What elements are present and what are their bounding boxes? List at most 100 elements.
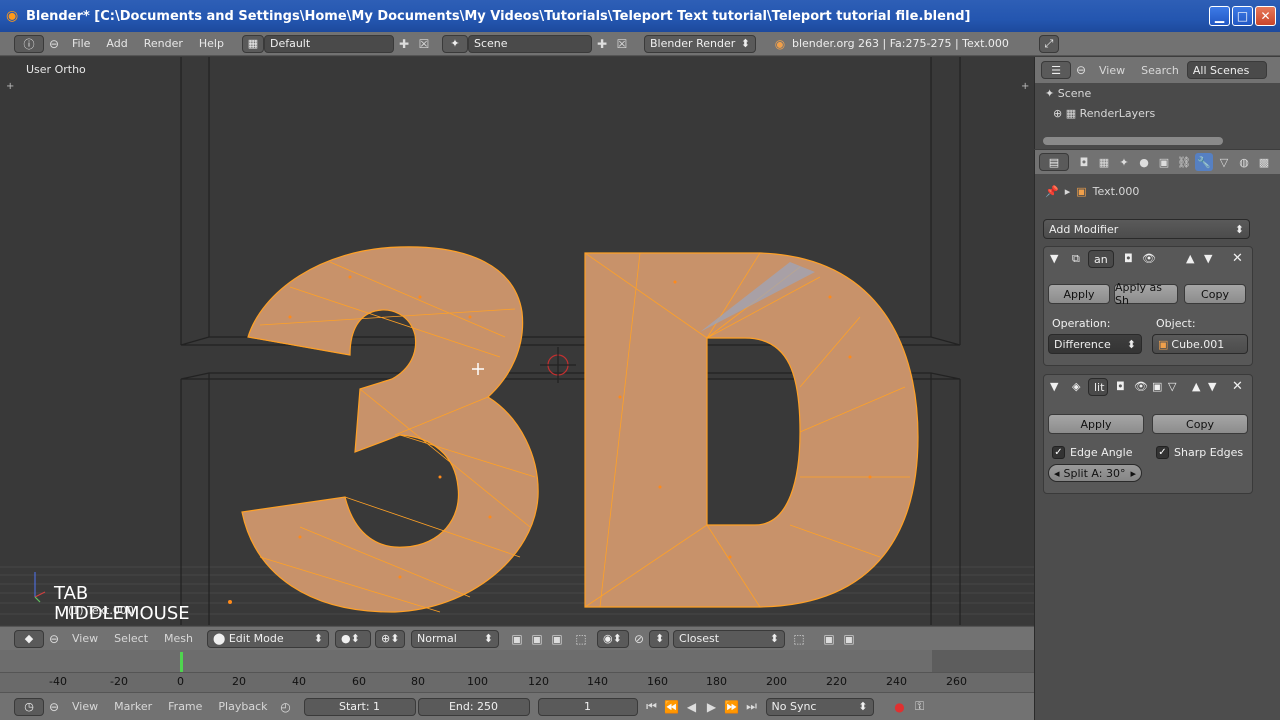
sync-select[interactable]: No Sync ⬍ — [765, 697, 874, 716]
collapse-arrow-icon[interactable]: ▼ — [1050, 252, 1058, 265]
editmode-toggle-icon[interactable]: ▣ — [1152, 380, 1162, 393]
viewport-toggle-icon[interactable]: 👁 — [1142, 252, 1156, 265]
pivot-select[interactable]: ⊕⬍ — [375, 629, 406, 648]
renderlayers-tab-icon[interactable]: ▦ — [1095, 153, 1113, 171]
modifiers-wrench-icon[interactable]: 🔧 — [1195, 153, 1213, 171]
add-modifier-select[interactable]: Add Modifier ⬍ — [1043, 219, 1250, 239]
apply-as-shape-button[interactable]: Apply as Sh — [1114, 281, 1178, 307]
outliner-item-renderlayers[interactable]: ⊕ ▦ RenderLayers — [1053, 107, 1155, 120]
start-frame-field[interactable]: Start: 1 — [303, 697, 416, 716]
screen-layout-icon[interactable]: ▦ — [241, 34, 264, 53]
move-down-icon[interactable]: ▼ — [1208, 380, 1216, 393]
operation-select[interactable]: Difference ⬍ — [1048, 334, 1142, 354]
menu-view[interactable]: View — [64, 632, 106, 645]
outliner-scrollbar[interactable] — [1043, 137, 1223, 145]
editor-type-timeline-icon[interactable]: ◷ — [14, 697, 44, 716]
apply-button[interactable]: Apply — [1048, 414, 1144, 434]
apply-button[interactable]: Apply — [1048, 284, 1110, 304]
copy-button[interactable]: Copy — [1184, 284, 1246, 304]
menu-render[interactable]: Render — [136, 37, 191, 50]
maximize-button[interactable]: □ — [1232, 6, 1253, 26]
screen-layout-field[interactable]: Default — [263, 34, 394, 53]
remove-modifier-icon[interactable]: ✕ — [1232, 379, 1243, 394]
keying-icon[interactable]: ⚿ — [910, 698, 930, 716]
render-engine-select[interactable]: Blender Render ⬍ — [643, 34, 756, 53]
fullscreen-icon[interactable]: ⤢ — [1038, 34, 1059, 53]
menu-file[interactable]: File — [64, 37, 98, 50]
3d-viewport[interactable]: + + User Ortho TAB MIDDLEMOUSE (1) Text.… — [0, 57, 1034, 625]
display-filter-select[interactable]: All Scenes — [1186, 61, 1267, 79]
add-scene-icon[interactable]: ✚ — [592, 35, 612, 53]
close-button[interactable]: ✕ — [1255, 6, 1276, 26]
menu-marker[interactable]: Marker — [106, 700, 160, 713]
collapse-menu-icon[interactable]: ⊖ — [44, 698, 64, 716]
pin-icon[interactable]: 📌 — [1045, 185, 1059, 198]
editor-type-info-icon[interactable]: ⓘ — [14, 34, 44, 53]
edge-select-icon[interactable]: ▣ — [527, 630, 547, 648]
data-tab-icon[interactable]: ▽ — [1215, 153, 1233, 171]
play-icon[interactable]: ▶ — [702, 698, 722, 716]
play-reverse-icon[interactable]: ◀ — [682, 698, 702, 716]
end-frame-field[interactable]: End: 250 — [417, 697, 530, 716]
proportional-select[interactable]: ◉⬍ — [597, 629, 630, 648]
frame-ruler[interactable]: -40 -20 0 20 40 60 80 100 120 140 160 18… — [0, 672, 1034, 692]
orientation-select[interactable]: Normal ⬍ — [411, 629, 500, 648]
jump-end-icon[interactable]: ⏭ — [742, 698, 762, 716]
menu-playback[interactable]: Playback — [210, 700, 275, 713]
expand-icon[interactable]: ⊕ — [1053, 107, 1062, 120]
render-anim-icon[interactable]: ▣ — [839, 630, 859, 648]
menu-search[interactable]: Search — [1133, 64, 1187, 77]
snap-align-icon[interactable]: ⬚ — [789, 630, 809, 648]
sharp-edges-checkbox[interactable]: ✓ — [1156, 446, 1169, 459]
menu-view[interactable]: View — [64, 700, 106, 713]
face-select-icon[interactable]: ▣ — [547, 630, 567, 648]
collapse-arrow-icon[interactable]: ▼ — [1050, 380, 1058, 393]
split-angle-slider[interactable]: ◂ Split A: 30° ▸ — [1048, 464, 1142, 482]
occlude-icon[interactable]: ⬚ — [571, 630, 591, 648]
editor-type-properties-icon[interactable]: ▤ — [1039, 153, 1069, 171]
scene-tab-icon[interactable]: ✦ — [1115, 153, 1133, 171]
menu-select[interactable]: Select — [106, 632, 156, 645]
timeline[interactable]: -40 -20 0 20 40 60 80 100 120 140 160 18… — [0, 650, 1034, 692]
texture-tab-icon[interactable]: ▩ — [1255, 153, 1273, 171]
viewport-toggle-icon[interactable]: 👁 — [1134, 380, 1148, 393]
world-tab-icon[interactable]: ● — [1135, 153, 1153, 171]
collapse-menu-icon[interactable]: ⊖ — [44, 630, 64, 648]
snap-target-select[interactable]: Closest ⬍ — [673, 629, 786, 648]
outliner-item-scene[interactable]: ✦ Scene — [1045, 87, 1091, 100]
copy-button[interactable]: Copy — [1152, 414, 1248, 434]
viewport-scene[interactable]: + + — [0, 57, 1034, 625]
edge-angle-checkbox[interactable]: ✓ — [1052, 446, 1065, 459]
modifier-name-field[interactable]: an — [1088, 250, 1114, 268]
remove-scene-icon[interactable]: ☒ — [612, 35, 632, 53]
material-tab-icon[interactable]: ◍ — [1235, 153, 1253, 171]
snap-element-select[interactable]: ⬍ — [649, 629, 670, 648]
preview-range-icon[interactable]: ◴ — [276, 698, 296, 716]
constraints-tab-icon[interactable]: ⛓ — [1175, 153, 1193, 171]
object-field[interactable]: ▣ Cube.001 — [1152, 334, 1248, 354]
record-icon[interactable]: ● — [890, 698, 910, 716]
menu-help[interactable]: Help — [191, 37, 232, 50]
move-up-icon[interactable]: ▲ — [1186, 252, 1194, 265]
editor-type-3d-icon[interactable]: ◆ — [14, 629, 44, 648]
current-frame-marker[interactable] — [180, 652, 183, 672]
add-layout-icon[interactable]: ✚ — [394, 35, 414, 53]
editor-type-outliner-icon[interactable]: ☰ — [1041, 61, 1071, 79]
next-keyframe-icon[interactable]: ⏩ — [722, 698, 742, 716]
remove-modifier-icon[interactable]: ✕ — [1232, 251, 1243, 266]
timeline-track[interactable] — [0, 650, 1034, 672]
vertex-select-icon[interactable]: ▣ — [507, 630, 527, 648]
shading-select[interactable]: ●⬍ — [335, 629, 372, 648]
remove-layout-icon[interactable]: ☒ — [414, 35, 434, 53]
collapse-menu-icon[interactable]: ⊖ — [44, 35, 64, 53]
collapse-menu-icon[interactable]: ⊖ — [1071, 61, 1091, 79]
render-still-icon[interactable]: ▣ — [819, 630, 839, 648]
move-down-icon[interactable]: ▼ — [1204, 252, 1212, 265]
cage-toggle-icon[interactable]: ▽ — [1168, 380, 1176, 393]
scene-field[interactable]: Scene — [467, 34, 592, 53]
jump-start-icon[interactable]: ⏮ — [642, 698, 662, 716]
object-tab-icon[interactable]: ▣ — [1155, 153, 1173, 171]
render-tab-icon[interactable]: ◘ — [1075, 153, 1093, 171]
render-toggle-icon[interactable]: ◘ — [1116, 380, 1125, 393]
menu-view[interactable]: View — [1091, 64, 1133, 77]
